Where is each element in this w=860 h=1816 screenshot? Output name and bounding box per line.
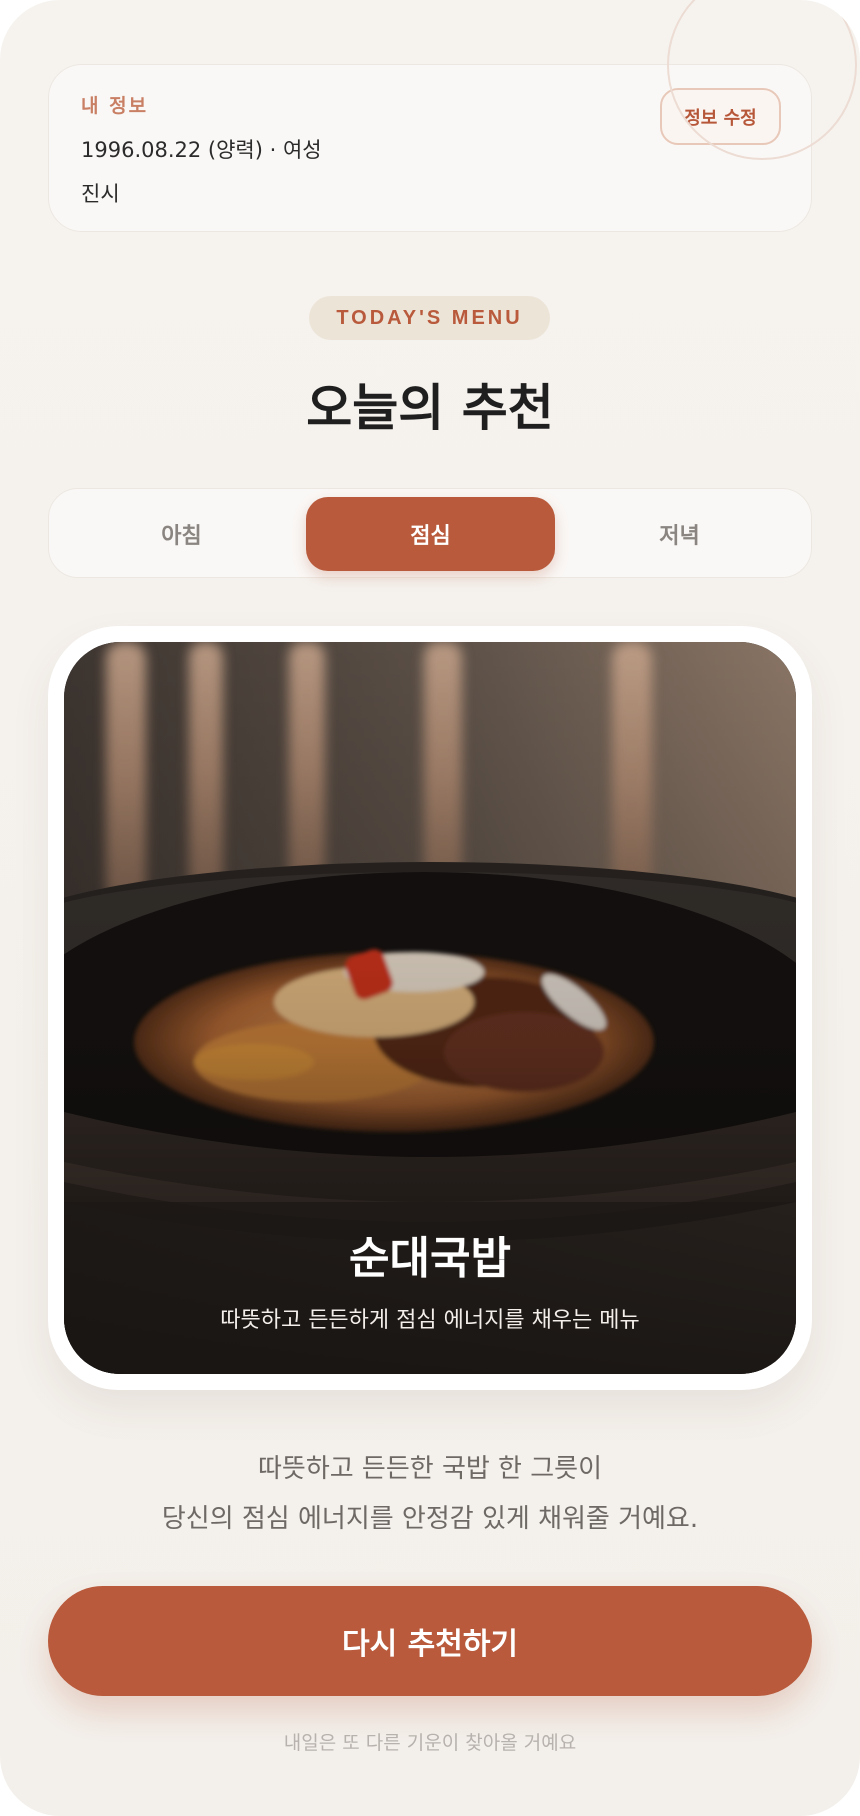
food-photo: 순대국밥 따뜻하고 든든하게 점심 에너지를 채우는 메뉴 [64, 642, 796, 1374]
food-card: 순대국밥 따뜻하고 든든하게 점심 에너지를 채우는 메뉴 [48, 626, 812, 1390]
recommend-again-button[interactable]: 다시 추천하기 [48, 1586, 812, 1696]
description-line-1: 따뜻하고 든든한 국밥 한 그릇이 [257, 1454, 603, 1484]
menu-name: 순대국밥 [349, 1233, 511, 1284]
todays-menu-badge: TODAY'S MENU [309, 296, 550, 340]
edit-info-button[interactable]: 정보 수정 [660, 88, 781, 145]
profile-card: 내 정보 1996.08.22 (양력) · 여성 진시 정보 수정 [48, 64, 812, 232]
tab-breakfast[interactable]: 아침 [57, 497, 306, 571]
tab-dinner[interactable]: 저녁 [555, 497, 804, 571]
meal-tabs: 아침 점심 저녁 [48, 488, 812, 578]
footnote: 내일은 또 다른 기운이 찾아올 거예요 [283, 1732, 577, 1754]
menu-subtitle: 따뜻하고 든든하게 점심 에너지를 채우는 메뉴 [220, 1308, 640, 1333]
app-screen: 내 정보 1996.08.22 (양력) · 여성 진시 정보 수정 TODAY… [0, 0, 860, 1816]
description-line-2: 당신의 점심 에너지를 안정감 있게 채워줄 거예요. [161, 1504, 699, 1534]
profile-birth-time: 진시 [81, 182, 120, 206]
page-title: 오늘의 추천 [306, 379, 554, 437]
tab-lunch[interactable]: 점심 [306, 497, 555, 571]
